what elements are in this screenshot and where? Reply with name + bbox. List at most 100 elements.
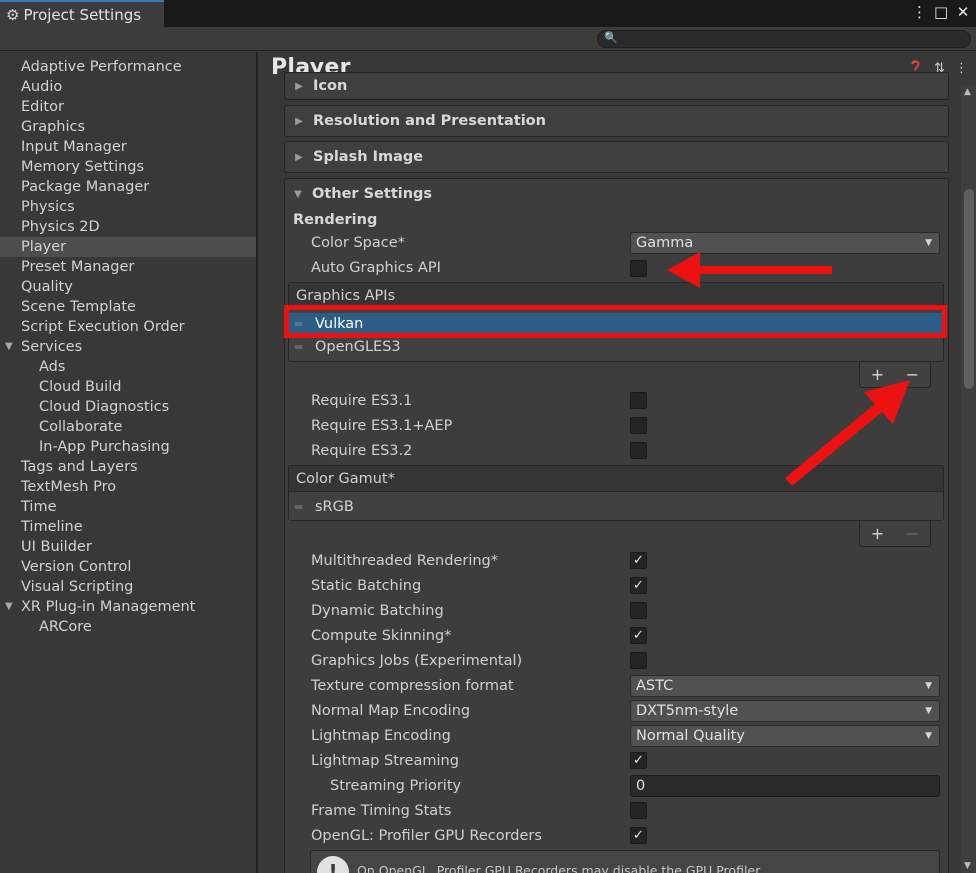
sidebar-item-label: In-App Purchasing [39, 439, 170, 455]
player-settings-panel: Player ❓ ⇅ ⋮ ▲ ▼ ▶ Icon ▶ Resolution and… [260, 52, 976, 873]
require-es31-aep-checkbox[interactable] [630, 417, 647, 434]
chevron-down-icon: ▼ [925, 731, 932, 741]
drag-handle-icon[interactable]: ═ [295, 496, 302, 518]
sidebar-item-cloud-diagnostics[interactable]: Cloud Diagnostics [0, 397, 256, 417]
scroll-up-icon[interactable]: ▲ [964, 87, 971, 97]
lightmap-encoding-dropdown[interactable]: Normal Quality ▼ [630, 725, 940, 747]
sidebar-item-quality[interactable]: Quality [0, 277, 256, 297]
sidebar-item-package-manager[interactable]: Package Manager [0, 177, 256, 197]
more-options-icon[interactable]: ⋮ [912, 3, 927, 21]
close-icon[interactable]: ✕ [956, 3, 970, 21]
sidebar-item-physics-2d[interactable]: Physics 2D [0, 217, 256, 237]
list-item-opengles3[interactable]: ═ OpenGLES3 [289, 336, 943, 358]
multithreaded-rendering-checkbox[interactable]: ✓ [630, 552, 647, 569]
sidebar-item-xr-plug-in-management[interactable]: ▼ XR Plug-in Management [0, 597, 256, 617]
sidebar-item-player[interactable]: Player [0, 237, 256, 257]
sidebar-item-services[interactable]: ▼ Services [0, 337, 256, 357]
section-icon[interactable]: ▶ Icon [284, 72, 949, 100]
sidebar-item-label: Script Execution Order [21, 319, 185, 335]
dynamic-batching-label: Dynamic Batching [311, 603, 444, 619]
sidebar-item-version-control[interactable]: Version Control [0, 557, 256, 577]
list-item-label: OpenGLES3 [315, 339, 401, 355]
auto-graphics-api-checkbox[interactable] [630, 260, 647, 277]
vertical-scrollbar[interactable]: ▲ ▼ [961, 85, 976, 873]
sidebar-item-tags-and-layers[interactable]: Tags and Layers [0, 457, 256, 477]
expand-arrow-icon[interactable]: ▼ [5, 597, 13, 617]
sidebar-item-audio[interactable]: Audio [0, 77, 256, 97]
add-button[interactable]: + [871, 365, 884, 384]
list-item-srgb[interactable]: ═ sRGB [289, 496, 943, 518]
sidebar-item-timeline[interactable]: Timeline [0, 517, 256, 537]
auto-graphics-api-label: Auto Graphics API [311, 260, 441, 276]
sidebar-item-editor[interactable]: Editor [0, 97, 256, 117]
section-resolution[interactable]: ▶ Resolution and Presentation [284, 105, 949, 137]
sidebar-item-physics[interactable]: Physics [0, 197, 256, 217]
sidebar-item-label: Tags and Layers [21, 459, 138, 475]
sidebar-item-memory-settings[interactable]: Memory Settings [0, 157, 256, 177]
sidebar-item-label: Cloud Diagnostics [39, 399, 170, 415]
texture-compression-dropdown[interactable]: ASTC ▼ [630, 675, 940, 697]
sidebar-item-ads[interactable]: Ads [0, 357, 256, 377]
scrollbar-thumb[interactable] [964, 189, 974, 389]
sidebar-item-label: Quality [21, 279, 73, 295]
sidebar-item-preset-manager[interactable]: Preset Manager [0, 257, 256, 277]
chevron-down-icon: ▼ [925, 238, 932, 248]
drag-handle-icon[interactable]: ═ [295, 313, 302, 335]
section-label: Icon [313, 78, 348, 94]
remove-button[interactable]: − [906, 365, 919, 384]
drag-handle-icon[interactable]: ═ [295, 336, 302, 358]
sidebar-item-label: XR Plug-in Management [21, 599, 196, 615]
static-batching-checkbox[interactable]: ✓ [630, 577, 647, 594]
expand-triangle-icon: ▶ [295, 151, 303, 163]
maximize-icon[interactable]: □ [934, 3, 948, 21]
remove-button[interactable]: − [906, 524, 919, 543]
search-input[interactable]: 🔍 [597, 30, 971, 48]
sidebar-item-time[interactable]: Time [0, 497, 256, 517]
color-gamut-list: Color Gamut* ═ sRGB [288, 465, 944, 521]
list-item-label: sRGB [315, 499, 354, 515]
sidebar-item-ui-builder[interactable]: UI Builder [0, 537, 256, 557]
sidebar-item-visual-scripting[interactable]: Visual Scripting [0, 577, 256, 597]
normal-map-encoding-dropdown[interactable]: DXT5nm-style ▼ [630, 700, 940, 722]
lightmap-encoding-label: Lightmap Encoding [311, 728, 451, 744]
expand-arrow-icon[interactable]: ▼ [5, 337, 13, 357]
collapse-triangle-icon: ▼ [294, 188, 302, 200]
require-es32-checkbox[interactable] [630, 442, 647, 459]
streaming-priority-field[interactable]: 0 [630, 775, 940, 797]
sidebar-item-in-app-purchasing[interactable]: In-App Purchasing [0, 437, 256, 457]
frame-timing-stats-label: Frame Timing Stats [311, 803, 452, 819]
tab-project-settings[interactable]: ⚙ Project Settings [0, 0, 164, 27]
sidebar-item-script-execution-order[interactable]: Script Execution Order [0, 317, 256, 337]
add-button[interactable]: + [871, 524, 884, 543]
sidebar-item-label: Player [21, 239, 67, 255]
require-es31-checkbox[interactable] [630, 392, 647, 409]
sidebar-item-adaptive-performance[interactable]: Adaptive Performance [0, 57, 256, 77]
dynamic-batching-checkbox[interactable] [630, 602, 647, 619]
sidebar-item-label: Input Manager [21, 139, 127, 155]
lightmap-streaming-checkbox[interactable]: ✓ [630, 752, 647, 769]
scroll-down-icon[interactable]: ▼ [964, 861, 971, 871]
graphics-jobs-checkbox[interactable] [630, 652, 647, 669]
sidebar-item-label: TextMesh Pro [21, 479, 117, 495]
sidebar-item-textmesh-pro[interactable]: TextMesh Pro [0, 477, 256, 497]
sidebar-item-scene-template[interactable]: Scene Template [0, 297, 256, 317]
sidebar-item-cloud-build[interactable]: Cloud Build [0, 377, 256, 397]
sidebar-item-input-manager[interactable]: Input Manager [0, 137, 256, 157]
section-label: Other Settings [312, 186, 433, 202]
opengl-profiler-checkbox[interactable]: ✓ [630, 827, 647, 844]
color-gamut-add-remove: + − [859, 521, 931, 547]
frame-timing-stats-checkbox[interactable] [630, 802, 647, 819]
sidebar-item-label: Timeline [21, 519, 83, 535]
sidebar-item-graphics[interactable]: Graphics [0, 117, 256, 137]
more-options-icon[interactable]: ⋮ [955, 61, 968, 76]
sidebar-item-arcore[interactable]: ARCore [0, 617, 256, 637]
sidebar-item-label: Memory Settings [21, 159, 145, 175]
color-space-dropdown[interactable]: Gamma ▼ [630, 232, 940, 254]
section-other-settings[interactable]: ▼ Other Settings [284, 178, 949, 210]
compute-skinning-checkbox[interactable]: ✓ [630, 627, 647, 644]
section-splash-image[interactable]: ▶ Splash Image [284, 141, 949, 173]
sidebar-item-label: Version Control [21, 559, 132, 575]
dropdown-value: DXT5nm-style [636, 703, 739, 719]
sidebar-item-collaborate[interactable]: Collaborate [0, 417, 256, 437]
list-item-vulkan[interactable]: ═ Vulkan [289, 313, 943, 335]
